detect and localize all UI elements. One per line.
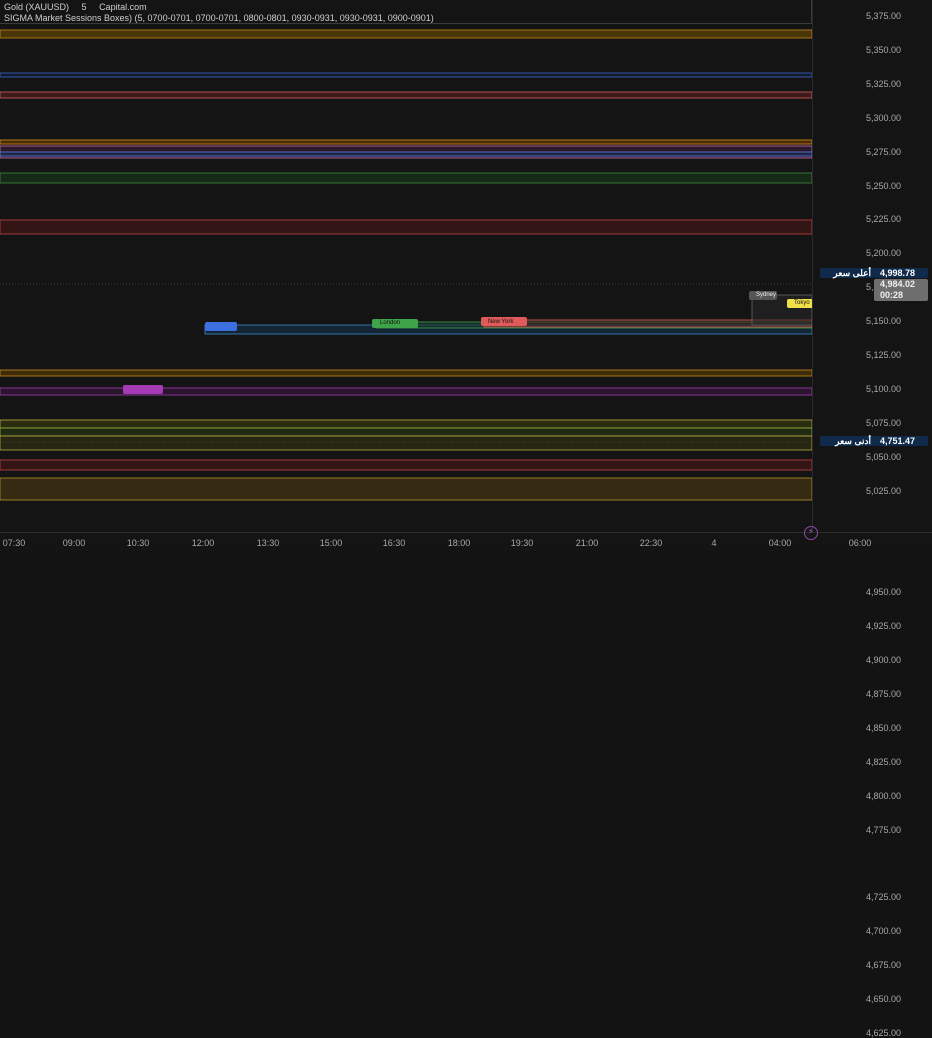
current-price-tag: 4,984.02 00:28 — [874, 279, 928, 301]
session-zone — [0, 427, 812, 437]
time-tick: 16:30 — [382, 538, 406, 548]
time-tick: 09:00 — [62, 538, 86, 548]
low-price-label: أدنى سعر — [820, 436, 874, 446]
time-tick: 4 — [711, 538, 717, 548]
price-chart-svg[interactable] — [0, 0, 812, 532]
legend-indicator-row[interactable]: SIGMA Market Sessions Boxes) (5, 0700-07… — [4, 13, 434, 24]
time-tick: 06:00 — [848, 538, 872, 548]
time-tick: 10:30 — [126, 538, 150, 548]
price-tick: 5,075.00 — [866, 417, 902, 428]
low-price-value: 4,751.47 — [874, 436, 928, 446]
session-zone — [0, 91, 812, 99]
price-tick: 5,050.00 — [866, 451, 902, 462]
session-label-newyork: New York — [488, 319, 514, 325]
price-tick: 4,800.00 — [866, 790, 902, 801]
session-zone — [0, 139, 812, 145]
session-zone — [0, 435, 812, 451]
session-label-1 — [205, 322, 245, 330]
price-tick: 4,950.00 — [866, 587, 902, 598]
session-label-sydney: Sydney — [756, 292, 777, 298]
legend-source: Capital.com — [99, 2, 147, 12]
price-tick: 5,325.00 — [866, 78, 902, 89]
time-tick: 13:30 — [256, 538, 280, 548]
price-tick: 4,775.00 — [866, 824, 902, 835]
high-price-label: أعلى سعر — [820, 268, 874, 278]
price-tick: 5,275.00 — [866, 146, 902, 157]
legend-interval[interactable]: 5 — [82, 2, 87, 12]
time-tick: 15:00 — [319, 538, 343, 548]
session-label-tokyo: Tokyo — [794, 300, 810, 306]
legend-symbol-row[interactable]: Gold (XAUUSD) 5 Capital.com — [4, 2, 434, 13]
time-tick: 21:00 — [575, 538, 599, 548]
session-zone — [0, 387, 812, 396]
price-tick: 5,125.00 — [866, 350, 902, 360]
price-tick: 5,300.00 — [866, 112, 902, 123]
tradingview-logo-icon[interactable]: ⚡ — [804, 526, 818, 540]
price-tick: 4,700.00 — [866, 926, 902, 937]
price-tick: 5,375.00 — [866, 11, 902, 21]
session-zone — [0, 477, 812, 501]
session-zone — [0, 219, 812, 235]
price-tick: 5,025.00 — [866, 485, 902, 496]
price-tick: 4,650.00 — [866, 994, 902, 1005]
chart-window: Gold (XAUUSD) 5 Capital.com SIGMA Market… — [0, 0, 932, 1038]
price-tick: 5,225.00 — [866, 214, 902, 225]
time-tick: 04:00 — [768, 538, 792, 548]
session-zone — [0, 459, 812, 471]
session-zone — [0, 151, 812, 157]
price-tick: 4,925.00 — [866, 621, 902, 632]
time-tick: 19:30 — [510, 538, 534, 548]
price-tick: 4,675.00 — [866, 960, 902, 971]
time-tick: 22:30 — [639, 538, 663, 548]
session-zone — [0, 172, 812, 184]
time-tick: 12:00 — [191, 538, 215, 548]
time-tick: 07:30 — [2, 538, 26, 548]
legend: Gold (XAUUSD) 5 Capital.com SIGMA Market… — [4, 2, 434, 24]
price-tick: 4,725.00 — [866, 892, 902, 903]
session-label-2 — [123, 385, 163, 393]
session-zone — [0, 369, 812, 377]
price-tick: 4,850.00 — [866, 722, 902, 733]
session-zone — [0, 72, 812, 78]
session-label-london: London — [380, 320, 401, 326]
price-tick: 5,100.00 — [866, 383, 902, 394]
chart-canvas[interactable]: Gold (XAUUSD) 5 Capital.com SIGMA Market… — [0, 0, 812, 532]
price-tick: 5,250.00 — [866, 180, 902, 191]
current-price-value: 4,984.02 — [880, 279, 916, 289]
high-price-value: 4,998.78 — [874, 268, 928, 278]
price-tick: 5,350.00 — [866, 44, 902, 55]
session-zone — [0, 29, 812, 39]
price-tick: 4,825.00 — [866, 756, 902, 767]
session-zone — [0, 419, 812, 429]
price-tick: 4,625.00 — [866, 1028, 902, 1038]
time-tick: 18:00 — [447, 538, 471, 548]
price-tick: 4,900.00 — [866, 655, 902, 666]
price-tick: 5,150.00 — [866, 316, 902, 327]
price-tick: 5,200.00 — [866, 248, 902, 259]
price-tick: 4,875.00 — [866, 689, 902, 699]
bar-countdown: 00:28 — [880, 290, 904, 300]
legend-symbol[interactable]: Gold (XAUUSD) — [4, 2, 69, 12]
